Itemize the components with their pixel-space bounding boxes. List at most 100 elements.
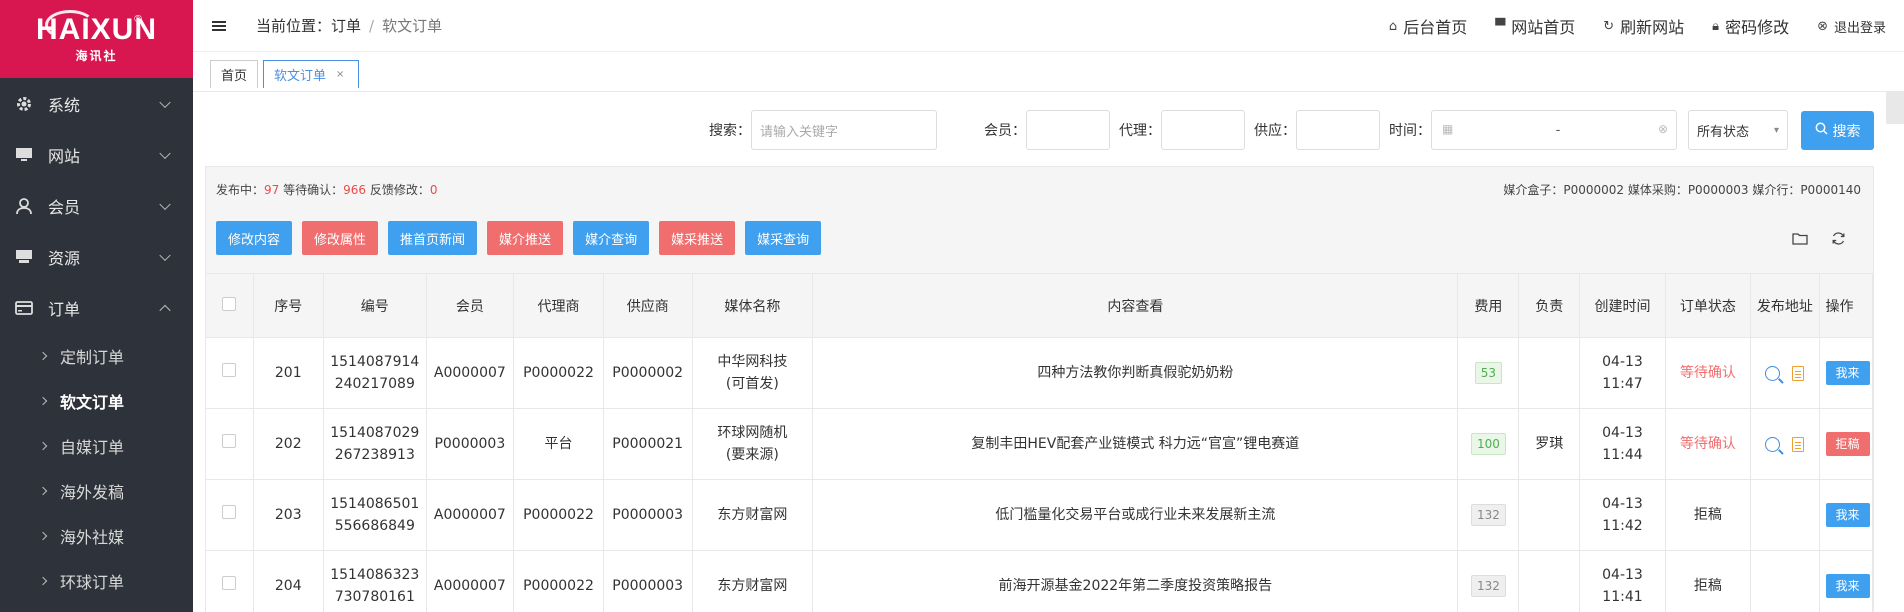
content-cell[interactable]: 复制丰田HEV配套产业链模式 科力远“官宣”锂电赛道 [812, 408, 1459, 480]
owner-cell [1518, 337, 1581, 409]
chevron-down-icon [159, 96, 171, 108]
sidebar-item-system[interactable]: 系统 [0, 78, 193, 129]
sidebar-item-member[interactable]: 会员 [0, 180, 193, 231]
publishing-count: 97 [264, 183, 280, 197]
claim-button[interactable]: 我来 [1825, 503, 1870, 527]
row-checkbox[interactable] [222, 434, 237, 448]
media-query-button[interactable]: 媒介查询 [573, 221, 650, 255]
scrollbar[interactable] [1886, 92, 1904, 124]
member-input[interactable] [1026, 110, 1110, 150]
logo-globe-icon [45, 10, 95, 40]
agent-input[interactable] [1161, 110, 1245, 150]
status-select[interactable]: 所有状态 ▾ [1688, 110, 1788, 150]
created-cell: 04-13 11:42 [1579, 479, 1666, 551]
document-icon[interactable] [1792, 436, 1805, 452]
column-header[interactable]: 发布地址 [1750, 273, 1820, 338]
search-button[interactable]: 搜索 [1801, 111, 1874, 150]
sidebar-item-resource[interactable]: 资源 [0, 231, 193, 282]
media-name: 中华网科技 [717, 354, 788, 370]
created-cell: 04-13 11:44 [1579, 408, 1666, 480]
menu-toggle-icon[interactable] [212, 19, 226, 33]
fee-badge: 100 [1470, 433, 1506, 455]
sidebar-subitem-custom-orders[interactable]: 定制订单 [0, 333, 193, 378]
media-purchase-query-button[interactable]: 媒采查询 [745, 221, 822, 255]
supplier-input[interactable] [1296, 110, 1380, 150]
zoom-in-icon[interactable] [1765, 436, 1781, 452]
date-range-input[interactable]: ▦ - ⊗ [1431, 110, 1677, 150]
select-all-checkbox[interactable] [222, 296, 237, 311]
logo[interactable]: HAIXUN 海讯社 ® [0, 0, 193, 78]
row-checkbox[interactable] [222, 363, 237, 377]
column-header[interactable]: 媒体名称 [692, 273, 814, 338]
content-cell[interactable]: 低门槛量化交易平台或成行业未来发展新主流 [812, 479, 1459, 551]
breadcrumb-prefix: 当前位置： [256, 17, 332, 35]
sidebar-subitem-overseas-social[interactable]: 海外社媒 [0, 513, 193, 558]
member-field-group: 会员： [984, 109, 1110, 151]
search-icon [1815, 122, 1828, 139]
status-cell: 等待确认 [1665, 408, 1752, 480]
media-push-button[interactable]: 媒介推送 [487, 221, 564, 255]
edit-attributes-button[interactable]: 修改属性 [302, 221, 379, 255]
close-icon[interactable]: × [336, 69, 344, 80]
row-checkbox[interactable] [222, 576, 237, 590]
fee-badge: 132 [1470, 504, 1506, 526]
column-header[interactable]: 费用 [1457, 273, 1520, 338]
column-header[interactable]: 内容查看 [812, 273, 1459, 338]
row-checkbox-cell [206, 408, 254, 480]
breadcrumb-parent[interactable]: 订单 [331, 17, 361, 35]
push-home-news-button[interactable]: 推首页新闻 [388, 221, 478, 255]
column-header[interactable]: 编号 [323, 273, 427, 338]
column-header[interactable]: 负责 [1518, 273, 1581, 338]
column-header[interactable]: 会员 [426, 273, 515, 338]
table-row[interactable]: 203 1514086501 556686849 A0000007 P000002… [206, 479, 1874, 551]
media-purchase-push-button[interactable]: 媒采推送 [659, 221, 736, 255]
sidebar-item-website[interactable]: 网站 [0, 129, 193, 180]
table-row[interactable]: 201 1514087914 240217089 A0000007 P000002… [206, 337, 1874, 409]
change-password-link[interactable]: 🔒︎ 密码修改 [1712, 14, 1789, 38]
claim-button[interactable]: 我来 [1825, 361, 1870, 385]
top-links: ⌂ 后台首页 ▀ 网站首页 ↻ 刷新网站 🔒︎ 密码修改 ⊗ 退出登录 [1361, 0, 1886, 52]
sidebar-item-label: 网站 [48, 146, 81, 166]
keyword-input[interactable]: 请输入关键字 [751, 110, 937, 150]
column-header[interactable]: 序号 [253, 273, 324, 338]
fee-badge: 53 [1474, 362, 1503, 384]
column-header[interactable]: 操作 [1819, 273, 1874, 338]
document-icon[interactable] [1792, 365, 1805, 381]
site-home-link[interactable]: ▀ 网站首页 [1495, 14, 1575, 38]
reject-button[interactable]: 拒稿 [1825, 432, 1870, 456]
sidebar-subitem-global-orders[interactable]: 环球订单 [0, 558, 193, 603]
column-header[interactable]: 订单状态 [1665, 273, 1752, 338]
date-range-separator: - [1555, 122, 1561, 138]
admin-home-link[interactable]: ⌂ 后台首页 [1389, 14, 1467, 38]
table-row[interactable]: 202 1514087029 267238913 P0000003 平台 P000… [206, 408, 1874, 480]
table-row[interactable]: 204 1514086323 730780161 A0000007 P000002… [206, 550, 1874, 612]
supplier-label: 供应： [1254, 123, 1296, 139]
row-checkbox[interactable] [222, 505, 237, 519]
chevron-right-icon [38, 486, 48, 495]
fee-badge: 132 [1470, 575, 1506, 597]
column-header[interactable]: 供应商 [603, 273, 693, 338]
clear-icon[interactable]: ⊗ [1658, 122, 1668, 136]
column-header[interactable]: 代理商 [513, 273, 604, 338]
search-button-label: 搜索 [1832, 123, 1861, 140]
sidebar-subitem-selfmedia-orders[interactable]: 自媒订单 [0, 423, 193, 468]
drive-icon [14, 247, 34, 267]
sidebar-item-orders[interactable]: 订单 [0, 282, 193, 333]
logout-link[interactable]: ⊗ 退出登录 [1817, 17, 1886, 36]
tab-article-orders[interactable]: 软文订单 × [263, 60, 360, 88]
folder-icon[interactable] [1791, 229, 1809, 247]
tab-home[interactable]: 首页 [210, 60, 259, 88]
claim-button[interactable]: 我来 [1825, 574, 1870, 598]
column-header[interactable]: 创建时间 [1579, 273, 1666, 338]
refresh-icon[interactable] [1829, 229, 1847, 247]
content-cell[interactable]: 四种方法教你判断真假驼奶奶粉 [812, 337, 1459, 409]
content-cell[interactable]: 前海开源基金2022年第二季度投资策略报告 [812, 550, 1459, 612]
refresh-site-link[interactable]: ↻ 刷新网站 [1603, 14, 1684, 38]
chevron-right-icon [38, 441, 48, 450]
member-cell: A0000007 [426, 550, 515, 612]
edit-content-button[interactable]: 修改内容 [216, 221, 293, 255]
sidebar-subitem-overseas-publish[interactable]: 海外发稿 [0, 468, 193, 513]
sidebar-subitem-article-orders[interactable]: 软文订单 [0, 378, 193, 423]
seq-cell: 201 [253, 337, 324, 409]
zoom-in-icon[interactable] [1765, 365, 1781, 381]
